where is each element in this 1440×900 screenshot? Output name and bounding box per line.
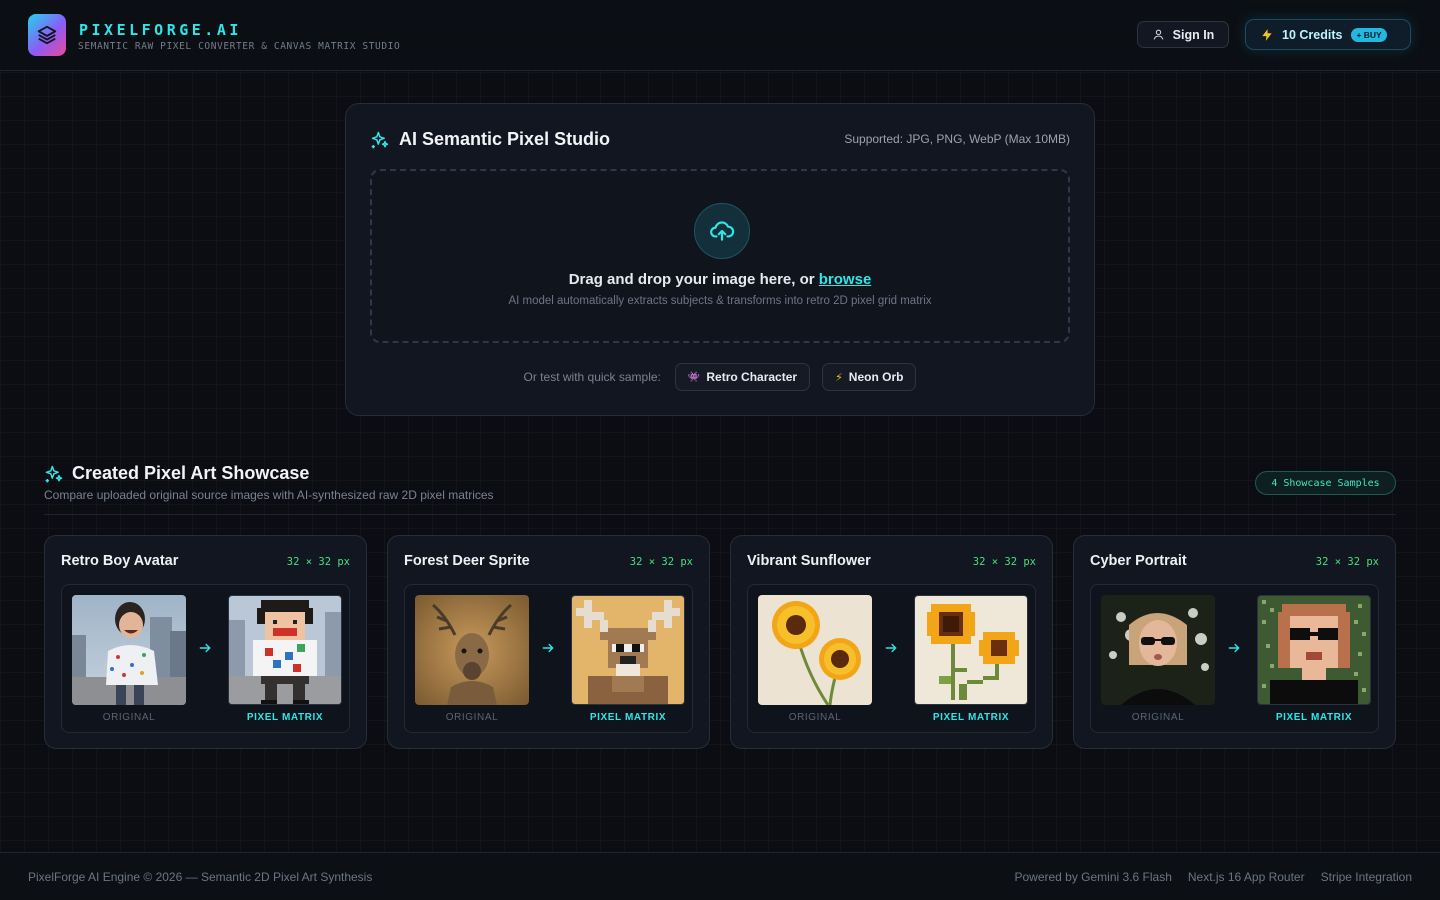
quick-samples-row: Or test with quick sample: 👾 Retro Chara… <box>346 363 1094 391</box>
showcase-card-forest-deer[interactable]: Forest Deer Sprite 32 × 32 px ORIGINAL P… <box>387 535 710 749</box>
footer-link-nextjs[interactable]: Next.js 16 App Router <box>1188 870 1305 884</box>
pixel-matrix-label: PIXEL MATRIX <box>246 712 324 723</box>
retro-character-sample-button[interactable]: 👾 Retro Character <box>674 363 811 391</box>
sparkles-icon <box>371 131 389 148</box>
brand-subtitle: SEMANTIC RAW PIXEL CONVERTER & CANVAS MA… <box>78 41 401 52</box>
sparkles-icon <box>45 465 63 482</box>
studio-card: AI Semantic Pixel Studio Supported: JPG,… <box>345 103 1095 416</box>
showcase-title-text: Created Pixel Art Showcase <box>72 463 310 483</box>
drop-hint: AI model automatically extracts subjects… <box>508 295 932 307</box>
footer-links: Powered by Gemini 3.6 Flash Next.js 16 A… <box>1014 870 1412 884</box>
drop-instructions: Drag and drop your image here, or browse <box>372 271 1068 288</box>
original-label: ORIGINAL <box>788 712 842 723</box>
page-footer: PixelForge AI Engine © 2026 — Semantic 2… <box>0 852 1440 900</box>
credits-button[interactable]: 10 Credits + BUY <box>1245 19 1411 50</box>
pixel-matrix-image[interactable] <box>914 595 1028 705</box>
footer-link-stripe[interactable]: Stripe Integration <box>1321 870 1412 884</box>
credits-label: 10 Credits <box>1282 27 1343 42</box>
showcase-card-retro-boy[interactable]: Retro Boy Avatar 32 × 32 px ORIGINAL PIX… <box>44 535 367 749</box>
buy-badge[interactable]: + BUY <box>1351 27 1387 42</box>
pixel-matrix-label: PIXEL MATRIX <box>932 712 1010 723</box>
card-size: 32 × 32 px <box>629 556 693 568</box>
card-title: Vibrant Sunflower <box>747 553 871 569</box>
studio-title-text: AI Semantic Pixel Studio <box>399 129 611 149</box>
studio-title: AI Semantic Pixel Studio <box>370 129 610 150</box>
neon-orb-sample-button[interactable]: ⚡ Neon Orb <box>822 363 917 391</box>
arrow-right-icon <box>199 643 211 653</box>
original-image[interactable] <box>1101 595 1215 705</box>
showcase-title: Created Pixel Art Showcase <box>44 463 309 484</box>
sign-in-label: Sign In <box>1172 27 1215 42</box>
arrow-right-icon <box>885 643 897 653</box>
showcase-subtitle: Compare uploaded original source images … <box>44 488 494 502</box>
pixel-matrix-image[interactable] <box>228 595 342 705</box>
alien-icon: 👾 <box>687 371 701 383</box>
pixel-matrix-image[interactable] <box>571 595 685 705</box>
original-image[interactable] <box>758 595 872 705</box>
comparison-panel: ORIGINAL PIXEL MATRIX <box>1090 584 1379 733</box>
upload-cloud-icon <box>694 203 750 259</box>
section-divider <box>44 514 1396 515</box>
sign-in-button[interactable]: Sign In <box>1137 21 1229 48</box>
pixel-matrix-label: PIXEL MATRIX <box>589 712 667 723</box>
original-label: ORIGINAL <box>445 712 499 723</box>
card-size: 32 × 32 px <box>1315 556 1379 568</box>
layers-logo-icon[interactable] <box>28 14 66 56</box>
card-size: 32 × 32 px <box>972 556 1036 568</box>
footer-link-gemini[interactable]: Powered by Gemini 3.6 Flash <box>1014 870 1171 884</box>
comparison-panel: ORIGINAL PIXEL MATRIX <box>747 584 1036 733</box>
arrow-right-icon <box>542 643 554 653</box>
arrow-right-icon <box>1228 643 1240 653</box>
comparison-panel: ORIGINAL PIXEL MATRIX <box>61 584 350 733</box>
showcase-card-cyber-portrait[interactable]: Cyber Portrait 32 × 32 px ORIGINAL PIXEL… <box>1073 535 1396 749</box>
card-title: Forest Deer Sprite <box>404 553 530 569</box>
drop-text: Drag and drop your image here, or <box>568 271 815 288</box>
browse-link[interactable]: browse <box>819 271 872 288</box>
original-image[interactable] <box>72 595 186 705</box>
showcase-card-vibrant-sunflower[interactable]: Vibrant Sunflower 32 × 32 px ORIGINAL PI… <box>730 535 1053 749</box>
brand-title[interactable]: PIXELFORGE.AI <box>79 21 242 39</box>
pixel-matrix-label: PIXEL MATRIX <box>1275 712 1353 723</box>
bolt-icon: ⚡ <box>835 371 843 384</box>
sample-label: Retro Character <box>706 370 798 384</box>
card-title: Cyber Portrait <box>1090 553 1187 569</box>
original-label: ORIGINAL <box>102 712 156 723</box>
sample-label: Neon Orb <box>848 370 904 384</box>
card-title: Retro Boy Avatar <box>61 553 179 569</box>
comparison-panel: ORIGINAL PIXEL MATRIX <box>404 584 693 733</box>
quick-sample-label: Or test with quick sample: <box>523 370 661 384</box>
upload-dropzone[interactable]: Drag and drop your image here, or browse… <box>370 169 1070 343</box>
original-label: ORIGINAL <box>1131 712 1185 723</box>
footer-copyright: PixelForge AI Engine © 2026 — Semantic 2… <box>28 870 373 884</box>
user-icon <box>1153 29 1164 40</box>
pixel-matrix-image[interactable] <box>1257 595 1371 705</box>
original-image[interactable] <box>415 595 529 705</box>
top-header: PIXELFORGE.AI SEMANTIC RAW PIXEL CONVERT… <box>0 0 1440 71</box>
card-size: 32 × 32 px <box>286 556 350 568</box>
bolt-icon <box>1262 28 1272 41</box>
supported-formats: Supported: JPG, PNG, WebP (Max 10MB) <box>844 132 1070 146</box>
showcase-count-badge: 4 Showcase Samples <box>1255 471 1396 495</box>
